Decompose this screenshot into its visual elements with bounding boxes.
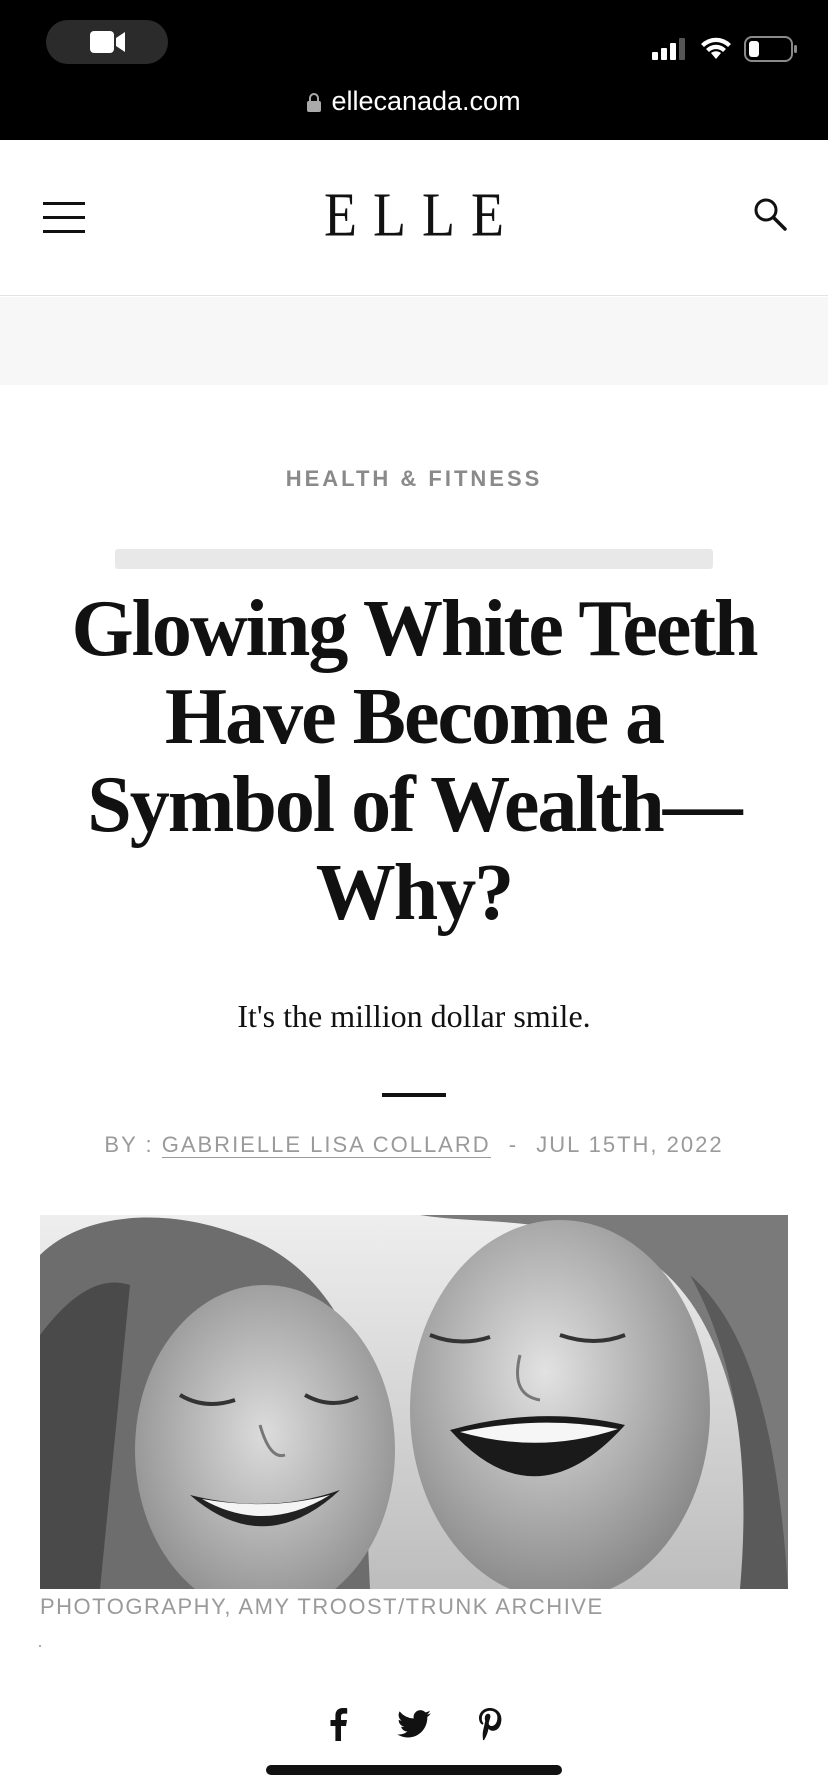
address-bar[interactable]: ellecanada.com — [0, 86, 828, 117]
pinterest-icon[interactable] — [470, 1704, 510, 1744]
publish-date: JUL 15TH, 2022 — [536, 1132, 724, 1157]
headline-line: Why? — [315, 849, 515, 937]
wifi-icon — [701, 37, 731, 59]
status-bar: ellecanada.com — [0, 0, 828, 140]
share-bar — [0, 1704, 828, 1744]
url-text: ellecanada.com — [331, 86, 521, 116]
home-indicator[interactable] — [266, 1765, 562, 1775]
headline-line: Symbol of Wealth— — [87, 761, 743, 849]
decorative-dot — [39, 1645, 41, 1647]
byline-separator: - — [508, 1132, 519, 1157]
elle-logo[interactable]: ELLE — [0, 179, 828, 250]
byline-prefix: BY : — [104, 1132, 154, 1157]
headline-line: Have Become a — [164, 673, 665, 761]
signal-icon — [652, 38, 685, 60]
search-icon[interactable] — [752, 196, 788, 232]
divider — [382, 1093, 446, 1097]
headline-line: Glowing White Teeth — [71, 585, 758, 673]
facebook-icon[interactable] — [318, 1704, 358, 1744]
byline: BY : GABRIELLE LISA COLLARD - JUL 15TH, … — [0, 1132, 828, 1158]
article-headline: Glowing White Teeth Have Become a Symbol… — [40, 585, 788, 937]
author-link[interactable]: GABRIELLE LISA COLLARD — [161, 1132, 491, 1158]
photo-caption: PHOTOGRAPHY, AMY TROOST/TRUNK ARCHIVE — [40, 1594, 604, 1619]
video-camera-icon — [90, 31, 125, 53]
battery-icon — [744, 36, 797, 62]
lock-icon — [307, 93, 322, 112]
article-dek: It's the million dollar smile. — [237, 998, 591, 1034]
ad-placeholder — [0, 297, 828, 385]
site-header: ELLE — [0, 140, 828, 296]
twitter-icon[interactable] — [394, 1704, 434, 1744]
hero-image — [40, 1215, 788, 1589]
camera-indicator — [46, 20, 168, 64]
article-category[interactable]: HEALTH & FITNESS — [0, 466, 828, 492]
loading-placeholder — [115, 549, 713, 569]
